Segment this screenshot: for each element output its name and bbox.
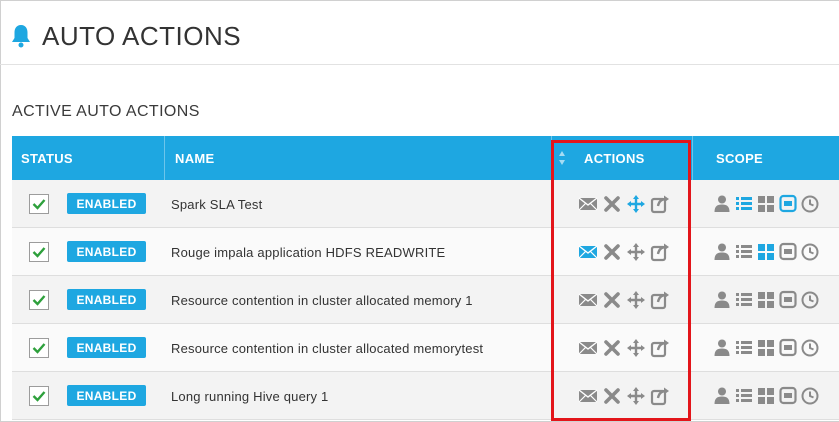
email-icon[interactable] <box>577 241 599 263</box>
grid-icon[interactable] <box>756 289 776 311</box>
row-actions <box>577 241 673 263</box>
checkmark-icon <box>32 247 46 258</box>
column-header-scope[interactable]: SCOPE <box>716 136 763 180</box>
queue-icon[interactable] <box>778 289 798 311</box>
page-title: AUTO ACTIONS <box>42 20 242 51</box>
share-icon[interactable] <box>649 241 671 263</box>
section-title: ACTIVE AUTO ACTIONS <box>12 103 200 120</box>
status-badge: ENABLED <box>67 337 146 358</box>
clock-icon[interactable] <box>800 385 820 407</box>
table-row: ENABLED Long running Hive query 1 <box>12 372 839 420</box>
queue-icon[interactable] <box>778 385 798 407</box>
enable-checkbox[interactable] <box>29 194 49 214</box>
user-icon[interactable] <box>712 337 732 359</box>
action-name-link[interactable]: Long running Hive query 1 <box>171 372 329 420</box>
email-icon[interactable] <box>577 289 599 311</box>
share-icon[interactable] <box>649 193 671 215</box>
clock-icon[interactable] <box>800 289 820 311</box>
move-icon[interactable] <box>625 385 647 407</box>
table-header: STATUS NAME ACTIONS SCOPE <box>12 136 839 180</box>
status-badge: ENABLED <box>67 385 146 406</box>
grid-icon[interactable] <box>756 337 776 359</box>
table-row: ENABLED Resource contention in cluster a… <box>12 276 839 324</box>
action-name-link[interactable]: Rouge impala application HDFS READWRITE <box>171 228 445 276</box>
move-icon[interactable] <box>625 289 647 311</box>
status-badge: ENABLED <box>67 241 146 262</box>
share-icon[interactable] <box>649 337 671 359</box>
action-name-link[interactable]: Resource contention in cluster allocated… <box>171 276 473 324</box>
queue-icon[interactable] <box>778 193 798 215</box>
row-actions <box>577 337 673 359</box>
email-icon[interactable] <box>577 193 599 215</box>
action-name-link[interactable]: Spark SLA Test <box>171 180 262 228</box>
enable-checkbox[interactable] <box>29 290 49 310</box>
page-header: AUTO ACTIONS <box>10 18 241 54</box>
sort-icon[interactable] <box>558 148 566 168</box>
delete-icon[interactable] <box>601 193 623 215</box>
delete-icon[interactable] <box>601 385 623 407</box>
email-icon[interactable] <box>577 337 599 359</box>
list-icon[interactable] <box>734 385 754 407</box>
row-actions <box>577 385 673 407</box>
row-scope <box>712 241 822 263</box>
table-row: ENABLED Spark SLA Test <box>12 180 839 228</box>
list-icon[interactable] <box>734 193 754 215</box>
grid-icon[interactable] <box>756 193 776 215</box>
email-icon[interactable] <box>577 385 599 407</box>
list-icon[interactable] <box>734 289 754 311</box>
delete-icon[interactable] <box>601 337 623 359</box>
row-scope <box>712 193 822 215</box>
clock-icon[interactable] <box>800 193 820 215</box>
enable-checkbox[interactable] <box>29 338 49 358</box>
grid-icon[interactable] <box>756 385 776 407</box>
user-icon[interactable] <box>712 241 732 263</box>
action-name-link[interactable]: Resource contention in cluster allocated… <box>171 324 483 372</box>
clock-icon[interactable] <box>800 337 820 359</box>
column-header-status[interactable]: STATUS <box>21 136 73 180</box>
checkmark-icon <box>32 199 46 210</box>
move-icon[interactable] <box>625 337 647 359</box>
move-icon[interactable] <box>625 241 647 263</box>
user-icon[interactable] <box>712 289 732 311</box>
enable-checkbox[interactable] <box>29 242 49 262</box>
table-row: ENABLED Resource contention in cluster a… <box>12 324 839 372</box>
row-scope <box>712 337 822 359</box>
header-divider <box>0 64 839 65</box>
grid-icon[interactable] <box>756 241 776 263</box>
status-badge: ENABLED <box>67 289 146 310</box>
queue-icon[interactable] <box>778 241 798 263</box>
list-icon[interactable] <box>734 241 754 263</box>
column-divider <box>164 136 165 180</box>
share-icon[interactable] <box>649 289 671 311</box>
move-icon[interactable] <box>625 193 647 215</box>
column-divider <box>551 136 552 180</box>
enable-checkbox[interactable] <box>29 386 49 406</box>
clock-icon[interactable] <box>800 241 820 263</box>
queue-icon[interactable] <box>778 337 798 359</box>
status-badge: ENABLED <box>67 193 146 214</box>
row-scope <box>712 385 822 407</box>
checkmark-icon <box>32 295 46 306</box>
row-actions <box>577 193 673 215</box>
share-icon[interactable] <box>649 385 671 407</box>
list-icon[interactable] <box>734 337 754 359</box>
delete-icon[interactable] <box>601 289 623 311</box>
auto-actions-table: STATUS NAME ACTIONS SCOPE ENABLED Spark … <box>12 136 839 420</box>
bell-icon <box>12 25 30 48</box>
column-divider <box>692 136 693 180</box>
delete-icon[interactable] <box>601 241 623 263</box>
checkmark-icon <box>32 343 46 354</box>
user-icon[interactable] <box>712 193 732 215</box>
row-scope <box>712 289 822 311</box>
user-icon[interactable] <box>712 385 732 407</box>
column-header-name[interactable]: NAME <box>175 136 214 180</box>
checkmark-icon <box>32 391 46 402</box>
row-actions <box>577 289 673 311</box>
column-header-actions[interactable]: ACTIONS <box>584 136 645 180</box>
table-row: ENABLED Rouge impala application HDFS RE… <box>12 228 839 276</box>
